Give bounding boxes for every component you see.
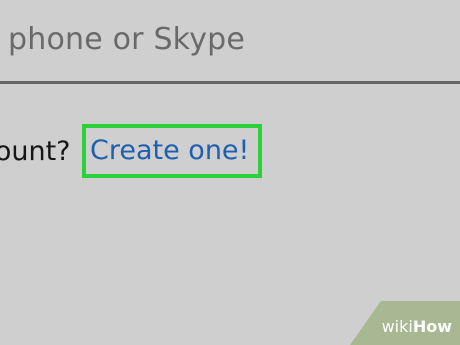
account-prompt-text: count? — [0, 136, 71, 167]
wikihow-logo-wiki: wiki — [381, 317, 413, 336]
wikihow-logo: wikiHow — [382, 317, 452, 336]
signin-email-field[interactable]: phone or Skype — [0, 0, 460, 84]
wikihow-logo-how: How — [412, 317, 452, 336]
create-account-link[interactable]: Create one! — [90, 135, 249, 166]
signin-placeholder: phone or Skype — [8, 22, 246, 57]
